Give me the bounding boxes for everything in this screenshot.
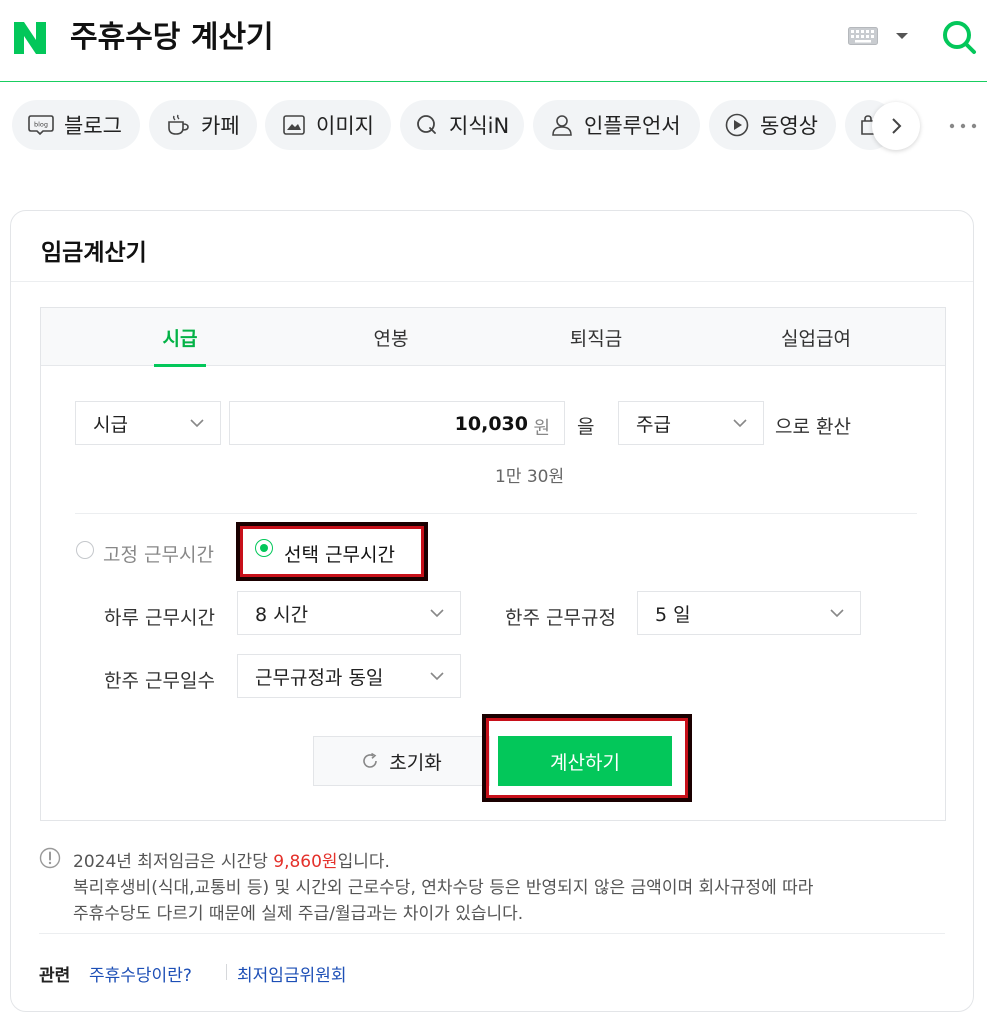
convert-label: 으로 환산 bbox=[775, 416, 851, 438]
calc-divider bbox=[75, 513, 917, 514]
wage-calculator-card: 임금계산기 시급 연봉 퇴직금 실업급여 시급 10,030 원 을 주급 으로… bbox=[10, 210, 974, 1012]
search-icon[interactable] bbox=[940, 18, 978, 56]
bottom-divider bbox=[39, 933, 945, 934]
chevron-down-icon bbox=[733, 419, 747, 428]
chevron-down-icon bbox=[830, 609, 844, 618]
particle-label: 을 bbox=[577, 416, 595, 438]
daily-hours-label: 하루 근무시간 bbox=[104, 607, 215, 629]
weekly-rule-select[interactable]: 5 일 bbox=[637, 591, 861, 635]
image-icon bbox=[283, 115, 305, 135]
more-dots-icon[interactable] bbox=[948, 122, 978, 130]
related-label: 관련 bbox=[39, 966, 71, 986]
tab-hourly[interactable]: 시급 bbox=[154, 308, 206, 367]
weekly-rule-value: 5 일 bbox=[655, 603, 691, 626]
radio-fixed-hours[interactable] bbox=[76, 541, 94, 559]
vertical-tab-video[interactable]: 동영상 bbox=[709, 100, 836, 150]
vertical-tab-label: 카페 bbox=[201, 114, 240, 138]
weekly-days-value: 근무규정과 동일 bbox=[255, 666, 384, 689]
caret-down-icon[interactable] bbox=[894, 31, 910, 41]
calculator-tabs: 시급 연봉 퇴직금 실업급여 bbox=[41, 308, 945, 367]
vertical-tab-label: 블로그 bbox=[64, 114, 122, 138]
vertical-tab-label: 인플루언서 bbox=[584, 114, 681, 138]
calculate-button[interactable]: 계산하기 bbox=[498, 736, 672, 786]
weekly-rule-label: 한주 근무규정 bbox=[505, 607, 616, 629]
person-icon bbox=[552, 115, 572, 136]
notice-text: 입니다. bbox=[337, 852, 390, 872]
chevron-down-icon bbox=[190, 419, 204, 428]
refresh-icon bbox=[363, 752, 378, 768]
calculator-panel: 시급 연봉 퇴직금 실업급여 시급 10,030 원 을 주급 으로 환산 1만… bbox=[40, 307, 946, 821]
reset-button[interactable]: 초기화 bbox=[313, 736, 490, 786]
search-verticals: blog 블로그 카페 이미지 지식iN 인플루언서 동영상 bbox=[0, 100, 987, 152]
vertical-tab-blog[interactable]: blog 블로그 bbox=[12, 100, 140, 150]
amount-readout: 1만 30원 bbox=[495, 467, 565, 487]
radio-selected-hours[interactable] bbox=[255, 539, 273, 557]
link-separator bbox=[226, 964, 227, 980]
blog-icon: blog bbox=[28, 115, 54, 136]
radio-selected-hours-label[interactable]: 선택 근무시간 bbox=[284, 540, 395, 567]
vertical-tab-influencer[interactable]: 인플루언서 bbox=[533, 100, 700, 150]
notice-line-2: 복리후생비(식대,교통비 등) 및 시간외 근로수당, 연차수당 등은 반영되지… bbox=[73, 878, 814, 898]
target-type-value: 주급 bbox=[636, 413, 671, 436]
vertical-tab-cafe[interactable]: 카페 bbox=[149, 100, 257, 150]
related-link-holiday-pay[interactable]: 주휴수당이란? bbox=[89, 961, 192, 986]
radio-fixed-hours-label[interactable]: 고정 근무시간 bbox=[103, 540, 214, 567]
naver-logo-icon[interactable] bbox=[12, 20, 48, 56]
minimum-wage-notice: 2024년 최저임금은 시간당 9,860원입니다. bbox=[73, 847, 390, 872]
header: 주휴수당 계산기 bbox=[0, 0, 987, 82]
tabs-next-button[interactable] bbox=[872, 102, 920, 150]
reset-label: 초기화 bbox=[389, 751, 442, 774]
daily-hours-select[interactable]: 8 시간 bbox=[237, 591, 461, 635]
vertical-tab-label: 지식iN bbox=[449, 114, 510, 138]
page-title: 주휴수당 계산기 bbox=[70, 20, 274, 55]
svg-text:blog: blog bbox=[34, 121, 48, 129]
pay-type-value: 시급 bbox=[93, 413, 128, 436]
chevron-down-icon bbox=[430, 609, 444, 618]
vertical-tab-label: 이미지 bbox=[316, 114, 374, 138]
minimum-wage-value: 9,860원 bbox=[273, 852, 338, 872]
play-icon bbox=[725, 113, 749, 137]
chevron-right-icon bbox=[892, 118, 902, 134]
tab-unemployment[interactable]: 실업급여 bbox=[756, 308, 876, 366]
notice-line-3: 주휴수당도 다르기 때문에 실제 주급/월급과는 차이가 있습니다. bbox=[73, 904, 524, 924]
card-title: 임금계산기 bbox=[41, 240, 147, 266]
keyboard-icon[interactable] bbox=[848, 27, 878, 45]
pay-type-select[interactable]: 시급 bbox=[75, 401, 221, 445]
vertical-tab-label: 동영상 bbox=[760, 114, 818, 138]
tab-annual[interactable]: 연봉 bbox=[351, 308, 431, 366]
tab-severance[interactable]: 퇴직금 bbox=[546, 308, 646, 366]
weekly-days-select[interactable]: 근무규정과 동일 bbox=[237, 654, 461, 698]
amount-value: 10,030 bbox=[454, 413, 528, 435]
weekly-days-label: 한주 근무일수 bbox=[104, 670, 215, 692]
vertical-tab-image[interactable]: 이미지 bbox=[265, 100, 391, 150]
notice-text: 2024년 최저임금은 시간당 bbox=[73, 852, 274, 872]
amount-input[interactable]: 10,030 원 bbox=[229, 401, 565, 445]
chevron-down-icon bbox=[430, 672, 444, 681]
cafe-cup-icon bbox=[168, 114, 189, 135]
kin-icon bbox=[417, 115, 436, 134]
related-link-minimum-wage-commission[interactable]: 최저임금위원회 bbox=[237, 961, 346, 986]
amount-unit: 원 bbox=[533, 418, 550, 439]
info-exclamation-icon bbox=[39, 847, 61, 869]
daily-hours-value: 8 시간 bbox=[255, 603, 309, 626]
target-type-select[interactable]: 주급 bbox=[618, 401, 764, 445]
vertical-tab-kin[interactable]: 지식iN bbox=[400, 100, 524, 150]
card-divider bbox=[11, 281, 973, 282]
